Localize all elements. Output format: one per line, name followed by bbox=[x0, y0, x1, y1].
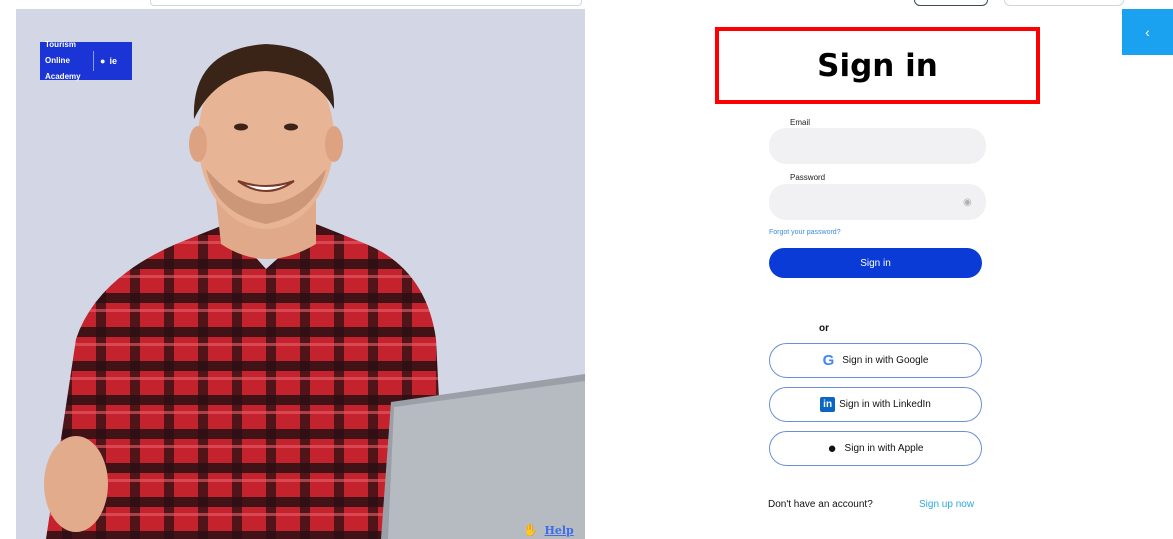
top-button[interactable] bbox=[914, 0, 988, 6]
collapse-panel-button[interactable]: ‹ bbox=[1122, 9, 1173, 55]
chat-icon: ✋ bbox=[523, 523, 538, 537]
hero-photo: Tourism Online Academy ● ie ✋ Help > bbox=[16, 9, 585, 539]
google-icon: G bbox=[822, 352, 835, 369]
page-title: Sign in bbox=[817, 47, 938, 84]
sign-in-button[interactable]: Sign in bbox=[769, 248, 982, 278]
linkedin-sign-in-button[interactable]: in Sign in with LinkedIn bbox=[769, 387, 982, 422]
brand-divider bbox=[93, 51, 94, 71]
sign-up-link[interactable]: Sign up now bbox=[919, 499, 974, 510]
brand-line: Online bbox=[45, 56, 70, 65]
heading-highlight: Sign in bbox=[715, 27, 1040, 104]
forgot-password-link[interactable]: Forgot your password? bbox=[769, 229, 841, 236]
globe-icon: ● bbox=[100, 56, 106, 66]
top-search-input[interactable] bbox=[150, 0, 582, 6]
linkedin-icon: in bbox=[820, 397, 836, 412]
brand-line: Academy bbox=[45, 72, 81, 81]
apple-icon: ● bbox=[827, 440, 837, 457]
google-sign-in-button[interactable]: G Sign in with Google bbox=[769, 343, 982, 378]
brand-ie-mark: ie bbox=[109, 56, 117, 66]
no-account-prompt: Don't have an account? bbox=[768, 499, 873, 510]
help-link[interactable]: ✋ Help > bbox=[523, 523, 585, 539]
apple-sign-in-button[interactable]: ● Sign in with Apple bbox=[769, 431, 982, 466]
brand-logo: Tourism Online Academy ● ie bbox=[40, 40, 132, 81]
or-divider-label: or bbox=[819, 323, 829, 334]
eye-icon[interactable]: ◉ bbox=[963, 197, 972, 208]
google-sign-in-label: Sign in with Google bbox=[842, 355, 929, 366]
apple-sign-in-label: Sign in with Apple bbox=[844, 443, 924, 454]
email-label: Email bbox=[790, 118, 811, 127]
password-field[interactable] bbox=[769, 184, 986, 220]
top-button-secondary[interactable] bbox=[1004, 0, 1124, 6]
brand-line: Tourism bbox=[45, 40, 76, 49]
chevron-left-icon: ‹ bbox=[1145, 24, 1150, 40]
linkedin-sign-in-label: Sign in with LinkedIn bbox=[839, 399, 931, 410]
email-field[interactable] bbox=[769, 128, 986, 164]
password-label: Password bbox=[790, 173, 826, 182]
hero-illustration bbox=[16, 9, 585, 539]
